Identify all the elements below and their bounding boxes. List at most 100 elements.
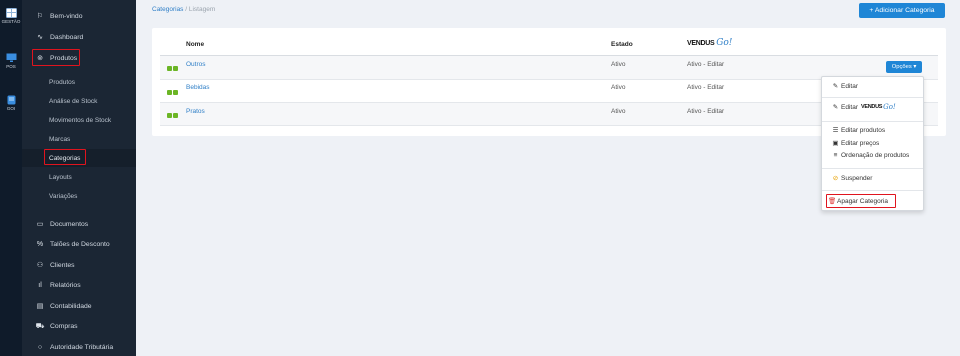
column-header-vendus: VENDUS Go!: [687, 38, 732, 48]
subitem-label: Variações: [49, 192, 78, 200]
subitem-label: Marcas: [49, 135, 71, 143]
menu-item-edit-prices[interactable]: ▣ Editar preços: [832, 139, 880, 148]
users-icon: ⚇: [36, 262, 44, 269]
sidebar-item-compras[interactable]: ⛟ Compras: [22, 317, 136, 335]
sidebar-subitem-layouts[interactable]: Layouts: [22, 168, 136, 186]
menu-item-label: Ordenação de produtos: [841, 152, 910, 159]
sidebar-subitem-marcas[interactable]: Marcas: [22, 130, 136, 148]
app-rail: GESTÃO POS GOI: [0, 0, 22, 356]
produtos-highlight: [32, 49, 80, 66]
breadcrumb-current: Listagem: [188, 6, 216, 13]
monitor-icon: [6, 53, 17, 63]
sidebar-item-relatorios[interactable]: ıl Relatórios: [22, 276, 136, 294]
file-icon: ▤: [36, 303, 44, 310]
subitem-label: Movimentos de Stock: [49, 116, 112, 124]
delete-highlight: [826, 194, 896, 208]
column-header-name: Nome: [186, 41, 205, 48]
breadcrumb-link-categorias[interactable]: Categorias: [152, 6, 183, 13]
category-vendus-status[interactable]: Ativo - Editar: [687, 84, 724, 91]
rail-item-pos[interactable]: POS: [0, 53, 22, 69]
breadcrumb-separator: /: [185, 6, 188, 13]
menu-item-label: Editar: [841, 82, 858, 90]
grid-icon: [5, 8, 17, 18]
vendus-go-logo: Go!: [716, 38, 733, 48]
reorder-icon: ≡: [833, 152, 838, 159]
category-vendus-status[interactable]: Ativo - Editar: [687, 108, 724, 115]
menu-item-label: Editar: [841, 103, 858, 111]
add-category-button[interactable]: + Adicionar Categoria: [859, 3, 945, 18]
sidebar: ⚐ Bem-vindo ∿ Dashboard ⊚ Produtos Produ…: [22, 0, 136, 356]
category-name-link[interactable]: Outros: [186, 61, 206, 68]
menu-item-suspend[interactable]: ⊘ Suspender: [832, 174, 873, 183]
activity-icon: ∿: [37, 34, 43, 41]
status-toggle[interactable]: [167, 66, 178, 71]
ban-icon: ⊘: [832, 175, 839, 182]
edit-icon: ✎: [832, 83, 839, 90]
sidebar-item-label: Bem-vindo: [50, 12, 83, 20]
folder-icon: ▭: [36, 221, 44, 228]
rail-label: POS: [6, 64, 16, 69]
category-name-link[interactable]: Bebidas: [186, 84, 210, 91]
vendus-logo: VENDUS: [687, 40, 715, 47]
category-vendus-status[interactable]: Ativo - Editar: [687, 61, 724, 68]
breadcrumb: Categorias / Listagem: [152, 6, 215, 13]
sidebar-item-label: Dashboard: [50, 33, 84, 41]
status-toggle[interactable]: [167, 113, 178, 118]
status-toggle[interactable]: [167, 90, 178, 95]
vendus-go-logo: Go!: [883, 103, 896, 111]
category-name-link[interactable]: Pratos: [186, 108, 205, 115]
money-icon: ▣: [832, 140, 839, 147]
category-state: Ativo: [611, 108, 626, 115]
edit-icon: ✎: [832, 104, 839, 111]
flag-icon: ⚐: [36, 13, 44, 20]
rail-item-goi[interactable]: GOI: [0, 95, 22, 111]
menu-divider: [822, 97, 923, 98]
sidebar-item-label: Compras: [50, 322, 78, 330]
menu-item-edit-vendus-go[interactable]: ✎ Editar VENDUS Go!: [832, 103, 896, 111]
subitem-label: Layouts: [49, 173, 72, 181]
sidebar-item-dashboard[interactable]: ∿ Dashboard: [22, 28, 136, 46]
menu-item-edit[interactable]: ✎ Editar: [832, 82, 858, 91]
circle-icon: ○: [37, 343, 43, 351]
list-icon: ☰: [832, 127, 839, 134]
sidebar-item-label: Talões de Desconto: [50, 240, 110, 248]
bar-chart-icon: ıl: [38, 281, 42, 289]
category-state: Ativo: [611, 61, 626, 68]
sidebar-subitem-variacoes[interactable]: Variações: [22, 187, 136, 205]
menu-divider: [822, 190, 923, 191]
sidebar-item-bem-vindo[interactable]: ⚐ Bem-vindo: [22, 7, 136, 25]
rail-label: GOI: [6, 106, 16, 111]
subitem-label: Análise de Stock: [49, 97, 98, 105]
sidebar-item-label: Clientes: [50, 261, 75, 269]
menu-item-label: Editar produtos: [841, 126, 886, 134]
sidebar-item-documentos[interactable]: ▭ Documentos: [22, 215, 136, 233]
sidebar-item-autoridade-tributaria[interactable]: ○ Autoridade Tributária: [22, 338, 136, 356]
menu-item-label: Editar preços: [841, 139, 880, 147]
menu-item-edit-products[interactable]: ☰ Editar produtos: [832, 126, 886, 135]
options-button[interactable]: Opções ▾: [886, 61, 922, 73]
menu-divider: [822, 121, 923, 122]
percent-icon: %: [36, 240, 44, 248]
tablet-icon: [6, 95, 17, 105]
rail-item-gestao[interactable]: GESTÃO: [0, 8, 22, 24]
truck-icon: ⛟: [35, 322, 45, 330]
menu-item-label: Suspender: [841, 174, 873, 182]
sidebar-item-clientes[interactable]: ⚇ Clientes: [22, 256, 136, 274]
menu-item-order-products[interactable]: ≡ Ordenação de produtos: [832, 152, 910, 159]
options-dropdown-menu: ✎ Editar ✎ Editar VENDUS Go! ☰ Editar pr…: [821, 76, 924, 211]
sidebar-subitem-produtos[interactable]: Produtos: [22, 73, 136, 91]
sidebar-item-label: Relatórios: [50, 281, 81, 289]
sidebar-item-label: Documentos: [50, 220, 89, 228]
menu-divider: [822, 168, 923, 169]
category-state: Ativo: [611, 84, 626, 91]
sidebar-subitem-movimentos-stock[interactable]: Movimentos de Stock: [22, 111, 136, 129]
sidebar-subitem-analise-stock[interactable]: Análise de Stock: [22, 92, 136, 110]
subitem-label: Produtos: [49, 78, 76, 86]
rail-label: GESTÃO: [1, 19, 21, 24]
sidebar-item-taloes-desconto[interactable]: % Talões de Desconto: [22, 235, 136, 253]
sidebar-item-label: Contabilidade: [50, 302, 92, 310]
vendus-logo: VENDUS: [860, 104, 883, 110]
categorias-highlight: [44, 149, 86, 165]
sidebar-item-contabilidade[interactable]: ▤ Contabilidade: [22, 297, 136, 315]
column-header-state: Estado: [611, 41, 633, 48]
